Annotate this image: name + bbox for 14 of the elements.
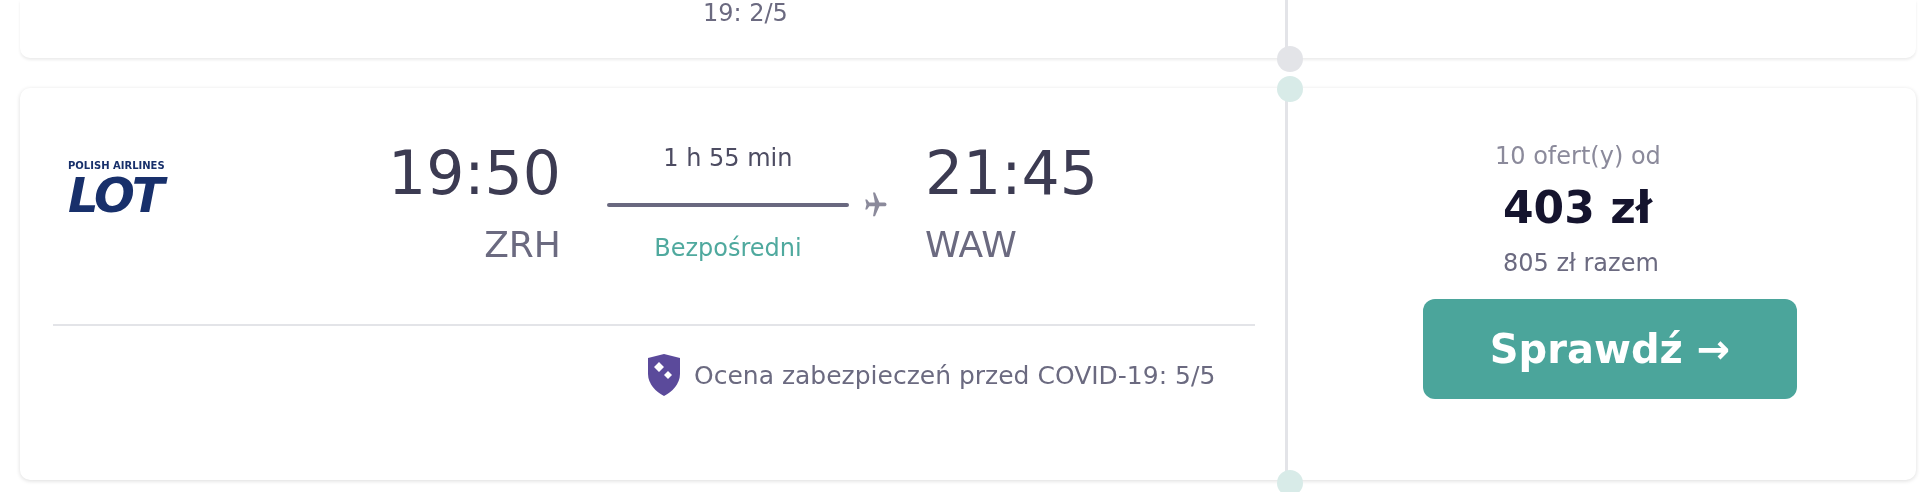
stops-label: Bezpośredni [653,234,803,262]
covid-rating: Ocena zabezpieczeń przed COVID-19: 5/5 [694,360,1217,392]
flight-duration: 1 h 55 min [662,144,794,172]
total-price: 805 zł razem [1503,249,1659,277]
offers-count: 10 ofert(y) od [1495,142,1661,170]
departure-airport: ZRH [484,224,561,266]
covid-rating: 19: 2/5 [703,0,788,26]
arrival-time: 21:45 [924,138,1098,208]
arrival-airport: WAW [924,224,1017,266]
departure-time: 19:50 [388,138,561,208]
shield-icon [646,354,682,396]
airline-logo: POLISH AIRLINES LOT [68,160,167,219]
check-button[interactable]: Sprawdź → [1423,299,1797,399]
price-amount: 403 zł [1503,182,1653,233]
